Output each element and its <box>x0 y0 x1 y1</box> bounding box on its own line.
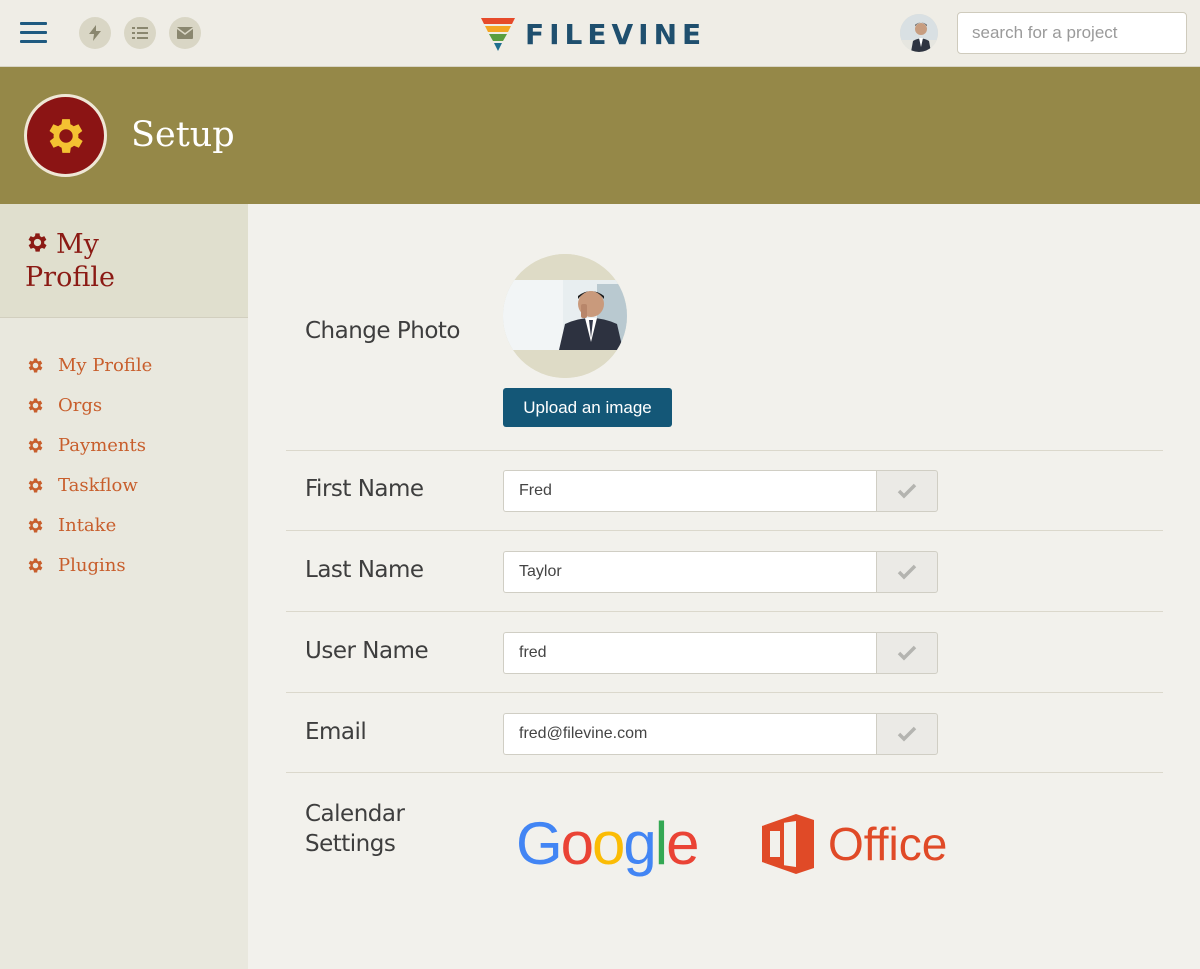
user-name-save-button[interactable] <box>876 632 938 674</box>
profile-form: Change Photo Upload an image First Name … <box>248 204 1200 969</box>
sidebar-item-label: Payments <box>58 434 146 456</box>
gear-icon <box>28 438 43 452</box>
user-name-input[interactable] <box>503 632 876 674</box>
sidebar-item-intake[interactable]: Intake <box>26 505 152 545</box>
google-letter: l <box>654 810 668 877</box>
brand-name: FILEVINE <box>525 17 707 51</box>
sidebar-item-label: Orgs <box>58 394 103 416</box>
first-name-save-button[interactable] <box>876 470 938 512</box>
divider <box>286 772 1163 773</box>
email-input[interactable] <box>503 713 876 755</box>
office-label: Office <box>828 818 948 870</box>
google-letter: o <box>592 810 625 877</box>
checkmark-icon <box>897 564 917 580</box>
divider <box>286 450 1163 451</box>
gear-icon <box>24 94 107 177</box>
upload-image-button[interactable]: Upload an image <box>503 388 672 427</box>
gear-icon <box>28 398 43 412</box>
email-save-button[interactable] <box>876 713 938 755</box>
user-avatar[interactable] <box>900 14 938 52</box>
change-photo-label: Change Photo <box>305 318 460 344</box>
gear-icon <box>28 518 43 532</box>
google-letter: o <box>560 810 594 877</box>
sidebar-item-label: Plugins <box>58 554 126 576</box>
sidebar-item-label: Taskflow <box>58 474 138 496</box>
gear-icon <box>28 233 47 252</box>
sidebar-title: My Profile <box>25 228 115 294</box>
filevine-logo-mark-icon <box>481 18 515 51</box>
email-label: Email <box>305 719 367 745</box>
gear-icon <box>28 478 43 492</box>
calendar-label-line2: Settings <box>305 831 396 857</box>
email-field-group <box>503 713 938 755</box>
checkmark-icon <box>897 645 917 661</box>
envelope-icon[interactable] <box>169 17 201 49</box>
google-letter: e <box>666 810 699 877</box>
sidebar-item-label: Intake <box>58 514 117 536</box>
sidebar-nav: My Profile Orgs Payments Taskflow Intake… <box>26 345 152 585</box>
sidebar: My Profile My Profile Orgs Payments Task… <box>0 204 248 969</box>
sidebar-item-my-profile[interactable]: My Profile <box>26 345 152 385</box>
profile-photo[interactable] <box>503 254 627 378</box>
gear-icon <box>28 558 43 572</box>
filevine-logo[interactable]: FILEVINE <box>481 14 721 54</box>
sidebar-item-label: My Profile <box>58 354 153 376</box>
first-name-label: First Name <box>305 476 424 502</box>
sidebar-item-orgs[interactable]: Orgs <box>26 385 152 425</box>
hamburger-icon[interactable] <box>20 22 47 44</box>
office-logo-icon <box>762 814 814 874</box>
last-name-field-group <box>503 551 938 593</box>
checkmark-icon <box>897 726 917 742</box>
user-name-label: User Name <box>305 638 429 664</box>
divider <box>286 692 1163 693</box>
sidebar-item-taskflow[interactable]: Taskflow <box>26 465 152 505</box>
user-name-field-group <box>503 632 938 674</box>
divider <box>286 611 1163 612</box>
first-name-input[interactable] <box>503 470 876 512</box>
google-letter: G <box>516 810 563 877</box>
last-name-input[interactable] <box>503 551 876 593</box>
search-input[interactable] <box>957 12 1187 54</box>
last-name-save-button[interactable] <box>876 551 938 593</box>
office-calendar-button[interactable]: Office <box>762 814 947 874</box>
sidebar-item-payments[interactable]: Payments <box>26 425 152 465</box>
calendar-settings-label: Calendar Settings <box>305 799 405 859</box>
sidebar-title-line1: My <box>56 229 99 260</box>
sidebar-header: My Profile <box>0 204 248 318</box>
lightning-icon[interactable] <box>79 17 111 49</box>
google-letter: g <box>623 810 656 877</box>
page-title: Setup <box>131 115 235 155</box>
top-bar: FILEVINE <box>0 0 1200 67</box>
sidebar-item-plugins[interactable]: Plugins <box>26 545 152 585</box>
gear-icon <box>28 358 43 372</box>
google-calendar-button[interactable]: Google <box>516 809 700 878</box>
page-header: Setup <box>0 67 1200 204</box>
last-name-label: Last Name <box>305 557 424 583</box>
first-name-field-group <box>503 470 938 512</box>
calendar-label-line1: Calendar <box>305 801 405 827</box>
sidebar-title-line2: Profile <box>25 262 115 293</box>
list-icon[interactable] <box>124 17 156 49</box>
divider <box>286 530 1163 531</box>
checkmark-icon <box>897 483 917 499</box>
